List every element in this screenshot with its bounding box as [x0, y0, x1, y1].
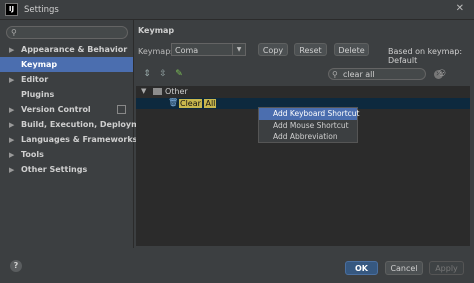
expand-arrow-icon: ▶ — [9, 76, 15, 84]
edit-shortcut-icon[interactable]: ✎ — [174, 69, 184, 79]
clear-all-action-icon: 🗑 — [168, 98, 179, 107]
keymap-select-value: Coma — [175, 46, 199, 55]
sidebar-item-label: Appearance & Behavior — [21, 45, 128, 54]
copy-button[interactable]: Copy — [258, 43, 288, 56]
close-icon[interactable]: ✕ — [456, 3, 464, 14]
page-title: Keymap — [138, 26, 175, 35]
sidebar-item-keymap[interactable]: Keymap — [0, 57, 133, 72]
expand-arrow-icon: ▶ — [9, 106, 15, 114]
menu-item-add-keyboard-shortcut[interactable]: Add Keyboard Shortcut — [259, 108, 360, 120]
expand-arrow-icon: ▶ — [9, 136, 15, 144]
help-icon[interactable]: ? — [10, 260, 22, 272]
sidebar-item-build-execution-deployment[interactable]: ▶ Build, Execution, Deployment — [0, 117, 154, 132]
action-label: Clear All — [179, 98, 217, 109]
apply-button[interactable]: Apply — [429, 261, 464, 275]
intellij-app-icon: IJ — [5, 3, 18, 16]
action-label-part2: All — [204, 99, 217, 108]
dialog-footer: ? OK Cancel Apply — [0, 248, 474, 283]
expand-arrow-icon: ▶ — [9, 151, 15, 159]
delete-button[interactable]: Delete — [334, 43, 369, 56]
settings-search-input[interactable]: ⚲ — [6, 26, 128, 39]
search-icon: ⚲ — [11, 28, 17, 37]
reset-button[interactable]: Reset — [294, 43, 327, 56]
settings-sidebar: ⚲ ▶ Appearance & Behavior Keymap ▶ Editor … — [0, 20, 154, 248]
ok-button[interactable]: OK — [345, 261, 378, 275]
sidebar-item-appearance-behavior[interactable]: ▶ Appearance & Behavior — [0, 42, 133, 57]
sidebar-item-other-settings[interactable]: ▶ Other Settings — [0, 162, 133, 177]
menu-item-add-mouse-shortcut[interactable]: Add Mouse Shortcut — [259, 120, 357, 132]
sidebar-item-languages-frameworks[interactable]: ▶ Languages & Frameworks — [0, 132, 137, 147]
sidebar-item-label: Other Settings — [21, 165, 88, 174]
expand-all-icon[interactable]: ⇕ — [142, 69, 152, 79]
tree-group-row[interactable]: ▼ Other — [136, 86, 470, 97]
folder-icon — [153, 88, 162, 95]
sidebar-item-plugins[interactable]: Plugins — [0, 87, 133, 102]
tree-group-label: Other — [165, 87, 188, 96]
filter-value: clear all — [343, 70, 375, 79]
settings-nav: ▶ Appearance & Behavior Keymap ▶ Editor Pl… — [0, 42, 154, 177]
window-title: Settings — [24, 4, 59, 15]
sidebar-item-label: Version Control — [21, 105, 91, 114]
sidebar-item-label: Plugins — [21, 90, 55, 99]
action-label-part1: Clear — [179, 99, 202, 108]
sidebar-item-label: Tools — [21, 150, 44, 159]
keymap-filter-input[interactable]: ⚲ clear all ✕ — [328, 68, 443, 80]
sidebar-item-tools[interactable]: ▶ Tools — [0, 147, 133, 162]
expand-arrow-icon: ▶ — [9, 46, 15, 54]
expand-arrow-icon: ▶ — [9, 121, 15, 129]
sidebar-item-version-control[interactable]: ▶ Version Control — [0, 102, 133, 117]
keymap-select[interactable]: Coma ▼ — [171, 43, 246, 56]
chevron-down-icon: ▼ — [232, 44, 245, 55]
cancel-button[interactable]: Cancel — [385, 261, 423, 275]
project-level-icon — [117, 105, 126, 114]
sidebar-item-label: Editor — [21, 75, 49, 84]
collapse-arrow-icon[interactable]: ▼ — [141, 86, 146, 97]
sidebar-item-label: Languages & Frameworks — [21, 135, 138, 144]
find-by-shortcut-icon[interactable]: ⚇ — [436, 68, 448, 80]
sidebar-item-editor[interactable]: ▶ Editor — [0, 72, 133, 87]
based-on-keymap-text: Based on keymap: Default — [388, 47, 463, 65]
search-icon: ⚲ — [332, 70, 338, 79]
collapse-all-icon[interactable]: ⇳ — [158, 69, 168, 79]
menu-item-add-abbreviation[interactable]: Add Abbreviation — [259, 131, 357, 143]
context-menu: Add Keyboard Shortcut Add Mouse Shortcut… — [258, 107, 360, 143]
title-bar: IJ Settings ✕ — [0, 0, 474, 20]
expand-arrow-icon: ▶ — [9, 166, 15, 174]
sidebar-item-label: Keymap — [21, 60, 58, 69]
